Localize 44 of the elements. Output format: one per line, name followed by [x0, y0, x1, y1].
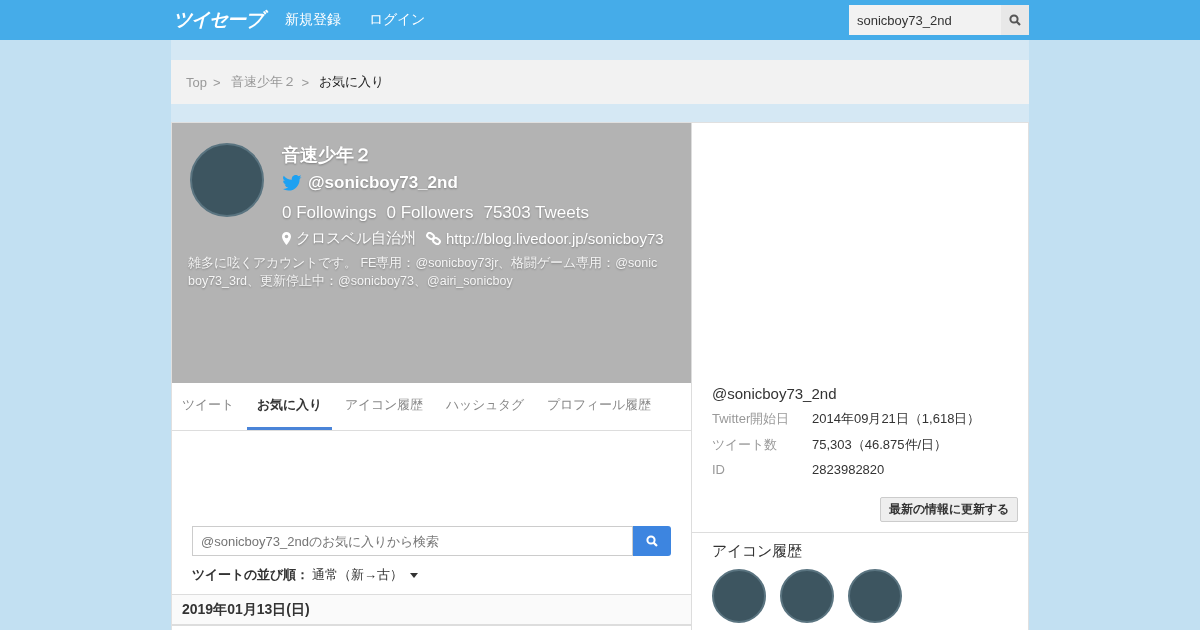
- avatar-placeholder[interactable]: [712, 569, 766, 623]
- tab[interactable]: アイコン履歴: [335, 383, 433, 430]
- search-field[interactable]: @sonicboy73_2ndのお気に入りから検索: [192, 526, 633, 556]
- breadcrumb-link[interactable]: 音速少年２: [230, 73, 296, 91]
- section-title: アイコン履歴: [712, 542, 803, 561]
- sort-dropdown[interactable]: ツイートの並び順： 通常（新→古）: [192, 566, 418, 584]
- tab[interactable]: プロフィール履歴: [537, 383, 661, 430]
- tab[interactable]: お気に入り: [247, 383, 332, 430]
- profile-url-link[interactable]: http://blog.livedoor.jp/sonicboy73: [446, 230, 664, 247]
- nav-link[interactable]: 新規登録: [285, 11, 341, 29]
- site-logo[interactable]: ツイセーブ: [171, 8, 267, 32]
- bird-icon: [282, 175, 302, 191]
- avatar-placeholder[interactable]: [848, 569, 902, 623]
- tab[interactable]: ツイート: [172, 383, 244, 430]
- profile-stat: 0 Followers: [386, 203, 474, 223]
- map-pin-icon: [282, 232, 291, 245]
- profile-stat: 0 Followings: [282, 203, 377, 223]
- info-value: 2014年09月21日（1,618日）: [812, 410, 981, 428]
- search-field[interactable]: sonicboy73_2nd: [849, 5, 1001, 35]
- link-icon: [426, 232, 441, 245]
- search-icon: [646, 535, 658, 547]
- info-value: 2823982820: [812, 462, 885, 477]
- breadcrumb-separator: >: [301, 74, 310, 90]
- breadcrumb-link[interactable]: Top: [186, 74, 207, 90]
- info-value: 75,303（46.875件/日）: [812, 436, 948, 454]
- date-header: 2019年01月13日(日): [172, 594, 691, 626]
- info-label: ID: [712, 462, 726, 477]
- search-button[interactable]: [633, 526, 671, 556]
- search-button[interactable]: [1001, 5, 1029, 35]
- profile-location: クロスベル自治州: [296, 229, 416, 248]
- nav-link[interactable]: ログイン: [369, 11, 425, 29]
- info-label: ツイート数: [712, 436, 778, 454]
- profile-stat: 75303 Tweets: [483, 203, 589, 223]
- info-label: Twitter開始日: [712, 410, 791, 428]
- account-handle: @sonicboy73_2nd: [711, 385, 838, 402]
- caret-icon: [410, 572, 418, 578]
- avatar-placeholder[interactable]: [780, 569, 834, 623]
- profile-handle: @sonicboy73_2nd: [308, 173, 458, 193]
- refresh-button[interactable]: 最新の情報に更新する: [880, 497, 1018, 522]
- breadcrumb-separator: >: [212, 74, 221, 90]
- tab[interactable]: ハッシュタグ: [436, 383, 534, 430]
- search-icon: [1009, 14, 1021, 26]
- breadcrumb-current: お気に入り: [319, 73, 385, 91]
- profile-name: 音速少年２: [282, 144, 373, 167]
